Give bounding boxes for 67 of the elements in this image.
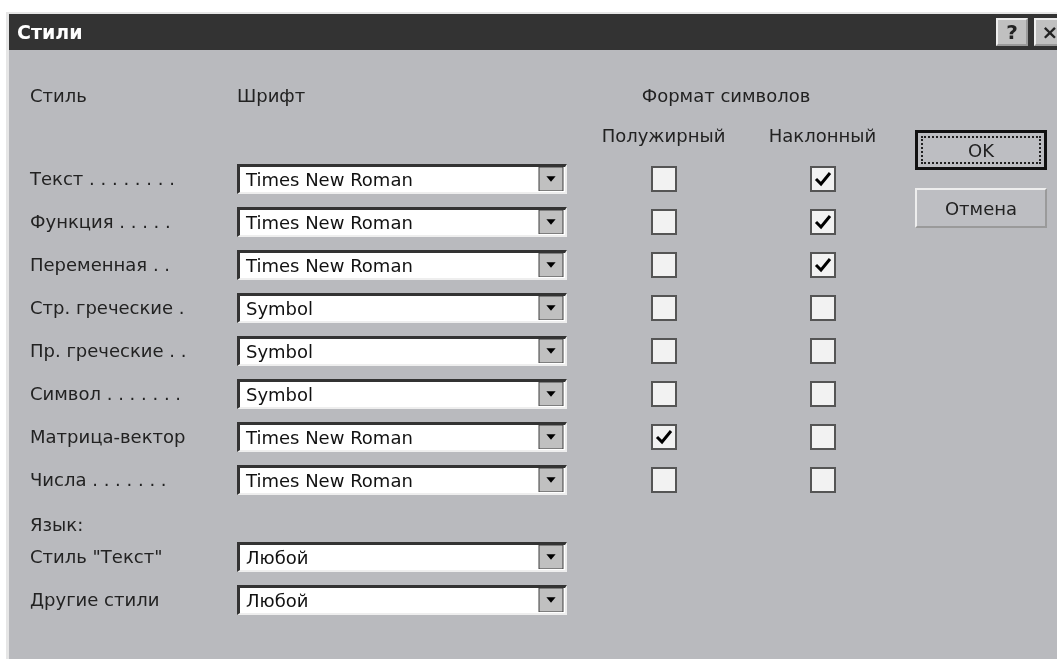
font-dropdown[interactable]: Times New Roman <box>237 464 567 495</box>
dropdown-arrow-icon[interactable] <box>538 545 564 569</box>
dropdown-arrow-icon[interactable] <box>538 296 564 320</box>
font-dropdown[interactable]: Times New Roman <box>237 163 567 194</box>
close-button[interactable]: × <box>1034 18 1057 46</box>
dropdown-value: Times New Roman <box>245 254 414 276</box>
font-dropdown[interactable]: Times New Roman <box>237 249 567 280</box>
font-dropdown[interactable]: Symbol <box>237 335 567 366</box>
window-title: Стили <box>17 21 83 43</box>
dropdown-value: Times New Roman <box>245 469 414 491</box>
dialog-button[interactable]: OK <box>915 130 1047 170</box>
italic-checkbox[interactable] <box>809 466 836 493</box>
bold-checkbox[interactable] <box>650 337 677 364</box>
dialog-button[interactable]: Отмена <box>915 188 1047 228</box>
column-header: Стиль <box>30 84 88 106</box>
italic-checkbox[interactable] <box>809 208 836 235</box>
style-label: Текст . . . . . . . . <box>30 168 176 189</box>
style-label: Матрица-вектор <box>30 426 187 447</box>
style-label: Числа . . . . . . . <box>30 469 168 490</box>
language-label: Другие стили <box>30 589 161 610</box>
style-label: Стр. греческие . <box>30 297 186 318</box>
bold-checkbox[interactable] <box>650 423 677 450</box>
italic-checkbox[interactable] <box>809 165 836 192</box>
dropdown-arrow-icon[interactable] <box>538 210 564 234</box>
italic-checkbox[interactable] <box>809 294 836 321</box>
dropdown-value: Symbol <box>245 297 315 319</box>
help-button[interactable]: ? <box>996 18 1028 46</box>
style-label: Переменная . . <box>30 254 172 275</box>
dropdown-arrow-icon[interactable] <box>538 253 564 277</box>
style-label: Пр. греческие . . <box>30 340 188 361</box>
bold-checkbox[interactable] <box>650 294 677 321</box>
column-header: Полужирный <box>600 125 727 146</box>
italic-checkbox[interactable] <box>809 337 836 364</box>
bold-checkbox[interactable] <box>650 466 677 493</box>
dropdown-value: Times New Roman <box>245 211 414 233</box>
dropdown-value: Symbol <box>245 383 315 405</box>
italic-checkbox[interactable] <box>809 251 836 278</box>
dropdown-arrow-icon[interactable] <box>538 382 564 406</box>
dropdown-arrow-icon[interactable] <box>538 167 564 191</box>
dropdown-arrow-icon[interactable] <box>538 588 564 612</box>
dropdown-value: Любой <box>245 589 310 611</box>
dropdown-arrow-icon[interactable] <box>538 425 564 449</box>
dropdown-arrow-icon[interactable] <box>538 468 564 492</box>
style-label: Символ . . . . . . . <box>30 383 183 404</box>
font-dropdown[interactable]: Symbol <box>237 292 567 323</box>
dropdown-value: Times New Roman <box>245 168 414 190</box>
group-header: Формат символов <box>640 84 812 106</box>
dropdown-value: Symbol <box>245 340 315 362</box>
dropdown-value: Times New Roman <box>245 426 414 448</box>
language-dropdown[interactable]: Любой <box>237 541 567 572</box>
italic-checkbox[interactable] <box>809 380 836 407</box>
font-dropdown[interactable]: Times New Roman <box>237 206 567 237</box>
dropdown-arrow-icon[interactable] <box>538 339 564 363</box>
font-dropdown[interactable]: Times New Roman <box>237 421 567 452</box>
bold-checkbox[interactable] <box>650 380 677 407</box>
style-label: Функция . . . . . <box>30 211 172 232</box>
column-header: Наклонный <box>767 125 878 146</box>
bold-checkbox[interactable] <box>650 251 677 278</box>
bold-checkbox[interactable] <box>650 208 677 235</box>
language-label: Стиль "Текст" <box>30 546 164 567</box>
column-header: Шрифт <box>237 84 307 106</box>
bold-checkbox[interactable] <box>650 165 677 192</box>
font-dropdown[interactable]: Symbol <box>237 378 567 409</box>
dropdown-value: Любой <box>245 546 310 568</box>
language-dropdown[interactable]: Любой <box>237 584 567 615</box>
italic-checkbox[interactable] <box>809 423 836 450</box>
section-label: Язык: <box>30 514 85 535</box>
